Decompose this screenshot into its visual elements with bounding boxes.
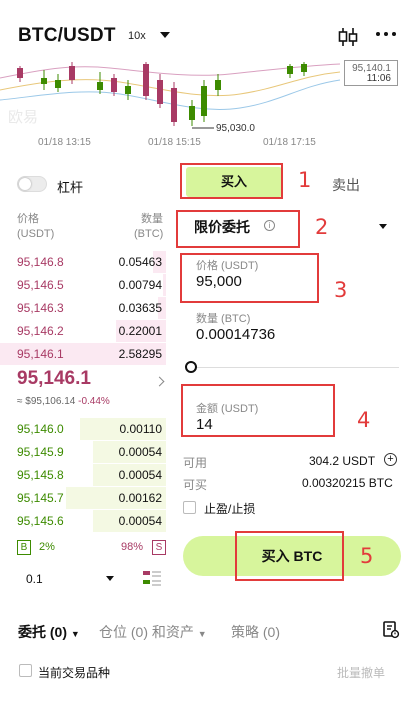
qty-input[interactable]: 0.00014736 — [196, 326, 275, 343]
pair-dropdown-icon[interactable] — [160, 32, 170, 38]
margin-toggle-label: 杠杆 — [57, 180, 84, 195]
ask-row[interactable]: 95,146.1 2.58295 — [0, 343, 166, 365]
qty-field-label: 数量 (BTC) — [196, 313, 251, 325]
row-qty: 0.00054 — [118, 468, 162, 482]
can-buy-label: 可买 — [183, 478, 208, 492]
tab-orders[interactable]: 委托 (0) ▼ — [18, 622, 80, 642]
chevron-right-icon[interactable] — [154, 376, 165, 387]
orderbook-price-unit: (USDT) — [17, 228, 55, 240]
bid-row[interactable]: 95,146.0 0.00110 — [0, 418, 166, 440]
buy-badge: B — [17, 540, 31, 555]
caret-down-icon: ▼ — [197, 629, 207, 639]
leverage-label[interactable]: 10x — [128, 30, 146, 42]
pair-title[interactable]: BTC/USDT — [18, 25, 116, 47]
row-price: 95,146.8 — [17, 255, 64, 269]
ask-row[interactable]: 95,146.5 0.00794 — [0, 274, 166, 296]
row-price: 95,145.9 — [17, 445, 64, 459]
annotation-number-3: 3 — [334, 278, 348, 302]
bid-row[interactable]: 95,145.9 0.00054 — [0, 441, 166, 463]
row-price: 95,146.0 — [17, 422, 64, 436]
tab-orders-label: 委托 (0) — [18, 624, 67, 640]
bid-row[interactable]: 95,145.6 0.00054 — [0, 510, 166, 532]
add-funds-icon[interactable]: + — [384, 453, 397, 466]
tab-strategy[interactable]: 策略 (0) — [231, 622, 280, 642]
orderbook-qty-unit: (BTC) — [134, 228, 164, 240]
chart-time-label: 01/18 17:15 — [263, 137, 316, 148]
depth-bar — [163, 274, 166, 296]
chart-time-label: 01/18 13:15 — [38, 137, 91, 148]
annotation-box-5 — [235, 531, 344, 581]
chevron-down-icon[interactable] — [379, 224, 387, 229]
sell-ratio: 98% — [120, 541, 143, 553]
margin-toggle[interactable] — [17, 176, 47, 192]
bid-row[interactable]: 95,145.7 0.00162 — [0, 487, 166, 509]
current-pair-checkbox[interactable] — [19, 664, 32, 677]
orderbook-price-header: 价格 — [17, 213, 39, 225]
order-history-icon[interactable] — [382, 621, 400, 639]
buy-ratio: 2% — [39, 541, 55, 553]
row-qty: 0.00054 — [118, 445, 162, 459]
last-price-usd: ≈ $95,106.14 — [17, 396, 76, 407]
annotation-box-3 — [180, 253, 319, 303]
row-price: 95,145.8 — [17, 468, 64, 482]
last-price[interactable]: 95,146.1 — [17, 368, 91, 390]
annotation-box-1 — [180, 163, 283, 199]
row-qty: 0.03635 — [118, 301, 162, 315]
annotation-number-2: 2 — [315, 215, 329, 239]
tpsl-checkbox[interactable] — [183, 501, 196, 514]
bid-row[interactable]: 95,145.8 0.00054 — [0, 464, 166, 486]
more-icon[interactable] — [376, 32, 396, 36]
annotation-number-1: 1 — [298, 168, 312, 192]
row-qty: 0.00110 — [119, 422, 163, 436]
low-price-marker: 95,030.0 — [216, 123, 255, 134]
available-label: 可用 — [183, 456, 208, 470]
orderbook-layout-icon[interactable] — [143, 571, 161, 587]
annotation-box-2 — [176, 210, 300, 248]
row-qty: 0.22001 — [118, 324, 162, 338]
current-pair-label: 当前交易品种 — [38, 666, 111, 680]
ask-row[interactable]: 95,146.3 0.03635 — [0, 297, 166, 319]
annotation-number-5: 5 — [360, 544, 374, 568]
ask-row[interactable]: 95,146.2 0.22001 — [0, 320, 166, 342]
sell-badge: S — [152, 540, 166, 555]
buy-sell-ratio: B 2% 98% S — [17, 540, 167, 556]
chart-time-label: 01/18 15:15 — [148, 137, 201, 148]
annotation-box-4 — [181, 384, 335, 437]
watermark-text: 欧易 — [8, 109, 38, 126]
annotation-number-4: 4 — [357, 408, 371, 432]
row-qty: 0.00054 — [118, 514, 162, 528]
price-step-select[interactable]: 0.1 — [26, 572, 43, 586]
chevron-down-icon[interactable] — [106, 576, 114, 581]
tab-positions-label: 仓位 (0) 和资产 — [99, 624, 194, 640]
price-tag-time: 11:06 — [366, 73, 391, 84]
tpsl-label: 止盈/止损 — [204, 502, 256, 516]
orderbook-qty-header: 数量 — [141, 213, 163, 225]
candlestick-chart-icon[interactable] — [337, 26, 359, 48]
cancel-all-button[interactable]: 批量撤单 — [337, 664, 385, 681]
tab-positions[interactable]: 仓位 (0) 和资产 ▼ — [99, 622, 207, 642]
row-qty: 2.58295 — [118, 347, 162, 361]
last-price-sub: ≈ $95,106.14 -0.44% — [17, 396, 110, 407]
available-value: 304.2 USDT — [309, 454, 376, 468]
can-buy-value: 0.00320215 BTC — [302, 476, 393, 490]
tab-sell[interactable]: 卖出 — [332, 175, 360, 195]
caret-down-icon: ▼ — [70, 629, 80, 639]
ask-row[interactable]: 95,146.8 0.05463 — [0, 251, 166, 273]
row-price: 95,146.3 — [17, 301, 64, 315]
row-price: 95,145.7 — [17, 491, 64, 505]
amount-slider-knob[interactable] — [185, 361, 197, 373]
amount-slider-track[interactable] — [194, 367, 399, 368]
row-qty: 0.05463 — [118, 255, 162, 269]
last-price-change: -0.44% — [78, 396, 110, 407]
row-price: 95,146.1 — [17, 347, 64, 361]
row-qty: 0.00162 — [118, 491, 162, 505]
price-tag-value: 95,140.1 — [352, 63, 391, 73]
row-qty: 0.00794 — [118, 278, 162, 292]
row-price: 95,145.6 — [17, 514, 64, 528]
row-price: 95,146.2 — [17, 324, 64, 338]
current-price-tag: 95,140.1 11:06 — [344, 60, 398, 86]
row-price: 95,146.5 — [17, 278, 64, 292]
